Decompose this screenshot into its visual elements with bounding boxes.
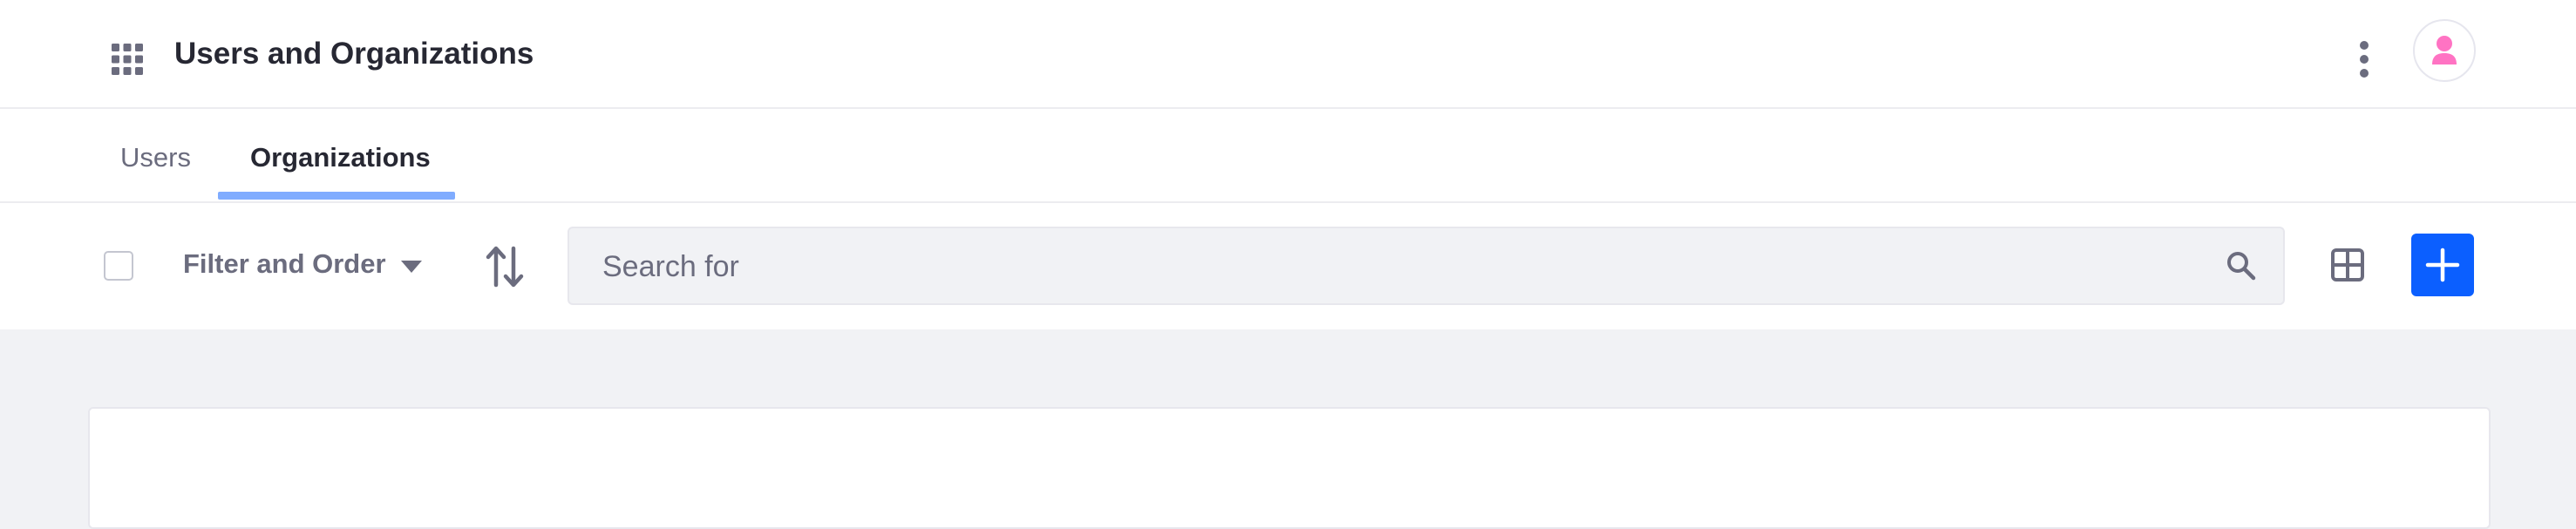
vertical-ellipsis-icon[interactable]	[2351, 38, 2377, 80]
caret-down-icon[interactable]	[400, 260, 423, 274]
active-tab-indicator	[218, 192, 455, 200]
select-all-checkbox[interactable]	[104, 251, 133, 281]
top-header: Users and Organizations	[0, 0, 2576, 109]
search-icon[interactable]	[2226, 250, 2257, 281]
search-input[interactable]	[601, 228, 2217, 305]
add-button[interactable]	[2411, 234, 2474, 296]
display-style-icon[interactable]	[2330, 248, 2365, 282]
search-field	[568, 227, 2285, 305]
content-card	[88, 407, 2491, 529]
apps-grid-icon[interactable]	[110, 42, 145, 77]
user-avatar-button[interactable]	[2413, 19, 2476, 82]
navigation-tabs: Users Organizations	[0, 109, 2576, 203]
plus-icon	[2425, 248, 2460, 282]
sort-order-icon[interactable]	[485, 245, 525, 288]
user-icon	[2432, 36, 2457, 64]
tab-users[interactable]: Users	[120, 142, 191, 173]
page-title: Users and Organizations	[174, 37, 534, 71]
filter-and-order-dropdown[interactable]: Filter and Order	[183, 248, 386, 280]
tab-organizations[interactable]: Organizations	[250, 142, 431, 173]
management-toolbar: Filter and Order	[0, 203, 2576, 329]
